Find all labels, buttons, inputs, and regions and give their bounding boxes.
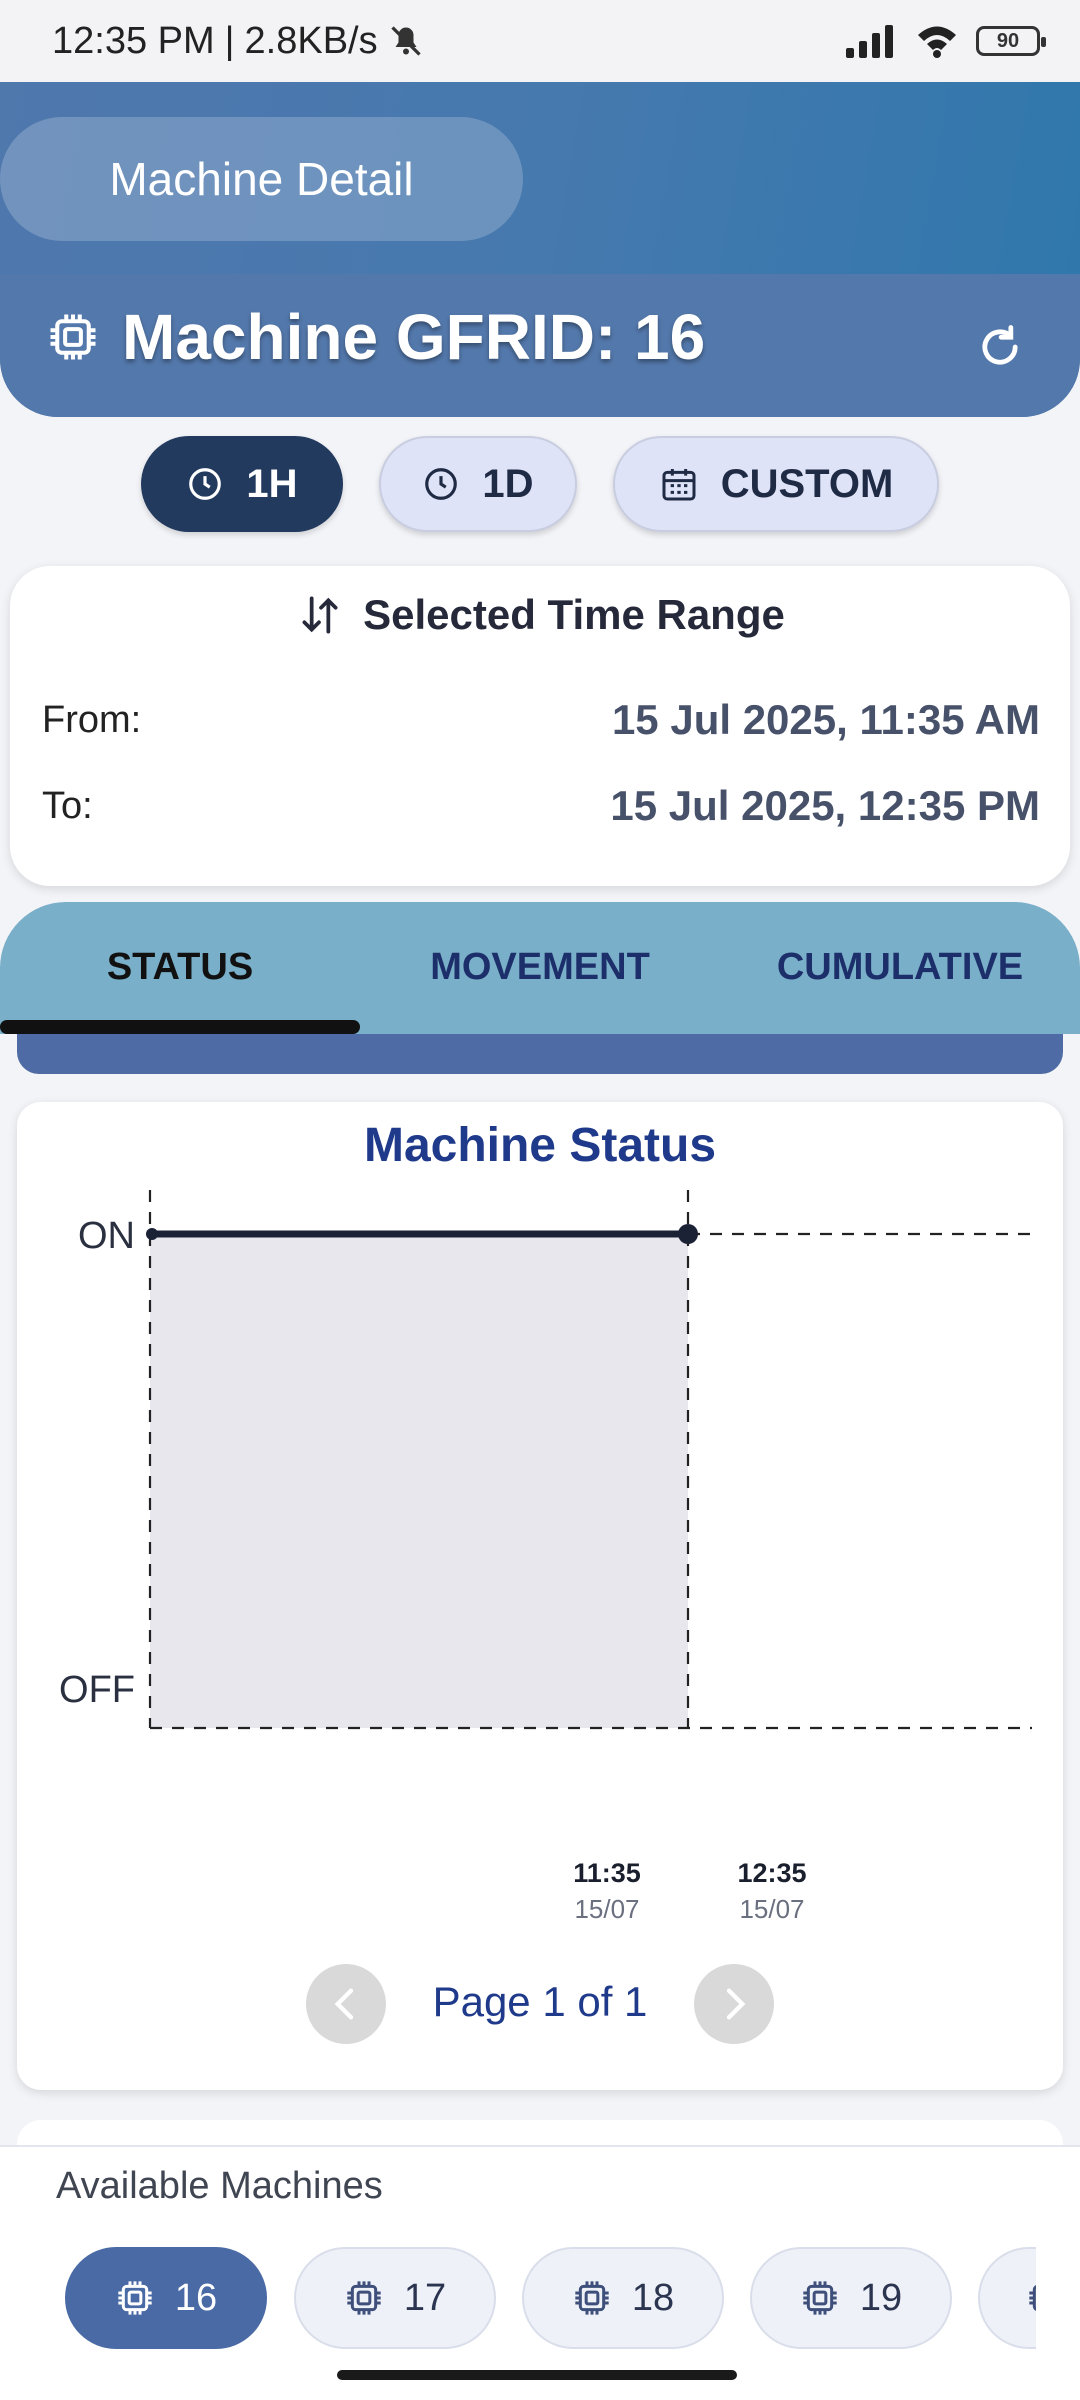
machine-chip[interactable]: 17 [294,2247,496,2349]
chip-icon [572,2278,612,2318]
chip-icon [1026,2278,1036,2318]
calendar-icon [662,469,696,501]
tab-active-indicator [0,1020,360,1034]
status-point-start [146,1228,158,1240]
network-speed: 2.8KB/s [244,19,378,62]
from-value: 15 Jul 2025, 11:35 AM [611,696,1040,743]
available-machines-panel: Available Machines 16 17 18 19 [0,2145,1080,2400]
machine-chip[interactable]: 16 [65,2247,267,2349]
battery-icon: 90 [976,26,1046,56]
chart-title: Machine Status [363,1119,717,1172]
range-1h-button[interactable]: 1H [141,436,343,532]
clock-icon [189,468,222,500]
chevron-right-icon [726,1988,746,2020]
range-custom-label: CUSTOM [720,461,894,506]
status-area [150,1234,688,1728]
tab-bar: STATUS MOVEMENT CUMULATIVE [0,902,1080,1034]
range-chips: 1H 1D CUSTOM [0,436,1080,532]
status-chart: ON OFF 11:35 15/07 12:35 15/07 [59,1190,1032,1924]
time-range-heading-row: Selected Time Range [10,590,1070,640]
time-range-heading: Selected Time Range [363,591,785,638]
machine-chip-partial[interactable] [978,2247,1036,2349]
machine-title: Machine GFRID: 16 [122,301,706,373]
range-custom-button[interactable]: CUSTOM [613,436,939,532]
range-1h-label: 1H [246,461,298,506]
chip-icon [50,314,96,360]
to-label: To: [42,784,93,827]
clock-icon [425,468,458,500]
chip-icon [115,2278,155,2318]
clock: 12:35 PM [52,19,215,62]
to-value: 15 Jul 2025, 12:35 PM [610,782,1040,829]
signal-icon [846,25,893,58]
status-bar-left: 12:35 PM | 2.8KB/s [52,20,424,63]
y-label-on: ON [78,1215,135,1257]
status-point-end [678,1224,698,1244]
tab-movement[interactable]: MOVEMENT [360,946,720,989]
machine-chip-label: 17 [403,2276,447,2319]
x-tick-time: 11:35 [573,1858,641,1888]
next-page-button[interactable] [694,1964,774,2044]
machine-title-row: Machine GFRID: 16 [46,300,705,374]
time-range-card: Selected Time Range From: 15 Jul 2025, 1… [10,566,1070,886]
refresh-icon [982,325,1018,365]
machine-chip-label: 19 [859,2276,903,2319]
tab-status[interactable]: STATUS [0,946,360,989]
wifi-icon [918,26,956,58]
machine-chip-row: 16 17 18 19 [0,2247,1036,2351]
page-title: Machine Detail [0,117,523,241]
x-tick-date: 15/07 [574,1894,639,1924]
battery-level: 90 [996,29,1020,52]
machine-chip[interactable]: 18 [522,2247,724,2349]
machine-chip-label: 18 [631,2276,675,2319]
home-indicator [337,2370,737,2380]
available-machines-label: Available Machines [56,2165,383,2207]
chip-icon [344,2278,384,2318]
status-chart-card: ON OFF 11:35 15/07 12:35 15/07 Machine Status… [17,1102,1063,2090]
tab-cumulative[interactable]: CUMULATIVE [720,946,1080,989]
range-1d-label: 1D [482,461,534,506]
refresh-button[interactable] [970,317,1030,377]
separator: | [224,19,235,62]
chip-icon [800,2278,840,2318]
x-tick-time: 12:35 [737,1858,806,1888]
machine-chip[interactable]: 19 [750,2247,952,2349]
y-label-off: OFF [59,1669,135,1711]
range-1d-button[interactable]: 1D [379,436,577,532]
x-tick-date: 15/07 [739,1894,804,1924]
machine-chip-label: 16 [174,2276,218,2319]
to-row: To: 15 Jul 2025, 12:35 PM [42,782,1040,830]
swap-vertical-icon [302,596,338,634]
header: Machine Detail Machine GFRID: 16 [0,82,1080,417]
status-bar: 12:35 PM | 2.8KB/s 90 [0,0,1080,82]
muted-bell-icon [390,26,421,56]
pager-label: Page 1 of 1 [432,1978,648,2025]
from-row: From: 15 Jul 2025, 11:35 AM [42,696,1040,744]
status-bar-right: 90 [844,24,1046,58]
from-label: From: [42,698,142,741]
